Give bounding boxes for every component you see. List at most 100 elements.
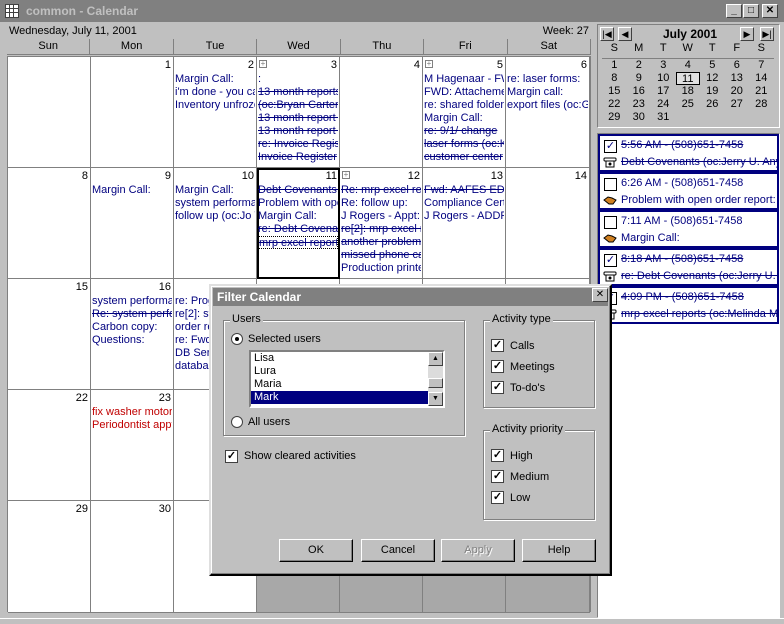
day-cell[interactable]: 3 +:13 month reports (oc:Bryan Carter) 13 m… — [257, 57, 340, 168]
mini-day[interactable]: 20 — [725, 85, 750, 98]
mini-day[interactable]: 27 — [725, 98, 750, 111]
mini-day[interactable]: 1 — [602, 59, 627, 72]
mini-day[interactable]: 10 — [651, 72, 676, 85]
calendar-entry[interactable]: re: Invoice Regis — [258, 138, 338, 151]
next-month-button[interactable]: ▶ — [740, 27, 754, 41]
next-year-button[interactable]: ▶| — [760, 27, 774, 41]
day-cell[interactable]: 7J Rogers - : — [590, 57, 591, 168]
mini-day[interactable]: 19 — [700, 85, 725, 98]
calendar-entry[interactable]: system performan — [92, 295, 172, 308]
cancel-button[interactable]: Cancel — [361, 539, 435, 562]
calendar-entry[interactable]: re: laser forms: — [507, 73, 588, 86]
mini-day[interactable]: 28 — [749, 98, 774, 111]
day-cell[interactable]: 14 — [506, 168, 590, 279]
scroll-thumb[interactable] — [428, 378, 443, 388]
calendar-entry[interactable]: Periodontist appt — [92, 419, 172, 432]
day-cell[interactable]: 11 Debt Covenants (Problem with ope Margin… — [257, 168, 340, 279]
mini-day[interactable]: 23 — [627, 98, 652, 111]
dialog-close-button[interactable]: ✕ — [592, 288, 608, 302]
users-scrollbar[interactable]: ▲ ▼ — [428, 352, 443, 406]
show-cleared-checkbox[interactable]: ✓ — [225, 450, 238, 463]
calendar-entry[interactable]: 13 month reports — [258, 86, 338, 99]
mini-day[interactable]: 25 — [676, 98, 701, 111]
day-cell[interactable]: 16 system performan Re: system perfo Carbon… — [91, 279, 174, 390]
calendar-entry[interactable]: Margin Call: — [424, 112, 504, 125]
calendar-entry[interactable]: Inventory unfroze — [175, 99, 255, 112]
day-cell[interactable]: 2 Margin Call: i'm done - you ca Inventory … — [174, 57, 257, 168]
user-list-item[interactable]: Lura — [251, 365, 443, 378]
day-cell[interactable]: 10 Margin Call: system performan follow up … — [174, 168, 257, 279]
calendar-entry[interactable]: Margin Call: — [175, 184, 255, 197]
day-cell[interactable]: 9 Margin Call: — [91, 168, 174, 279]
activity-item[interactable]: 7:11 AM - (508)651-7458 Margin Call: — [598, 210, 779, 248]
calendar-entry[interactable]: mrp excel reports — [258, 236, 338, 249]
user-list-item[interactable]: Mark — [251, 391, 443, 404]
help-button[interactable]: Help — [522, 539, 596, 562]
mini-day[interactable]: 24 — [651, 98, 676, 111]
calendar-entry[interactable]: export files (oc:G — [507, 99, 588, 112]
scroll-down-icon[interactable]: ▼ — [428, 392, 443, 406]
mini-day[interactable]: 4 — [676, 59, 701, 72]
mini-day[interactable]: 3 — [651, 59, 676, 72]
calendar-entry[interactable]: Carbon copy: — [92, 321, 172, 334]
day-cell[interactable]: 6 re: laser forms: Margin call: export file… — [506, 57, 590, 168]
expand-icon[interactable]: + — [425, 60, 433, 68]
calendar-entry[interactable]: Margin Call: — [175, 73, 255, 86]
activity-item[interactable]: 6:26 AM - (508)651-7458 Problem with open… — [598, 172, 779, 210]
mini-day[interactable]: 8 — [602, 72, 627, 85]
calendar-entry[interactable]: Re: follow up: — [341, 197, 421, 210]
mini-day[interactable]: 29 — [602, 111, 627, 124]
day-cell[interactable]: 23 fix washer motor: Periodontist appt — [91, 390, 174, 501]
calendar-entry[interactable]: Fwd: AAFES EDI — [424, 184, 504, 197]
mini-day[interactable]: 13 — [725, 72, 750, 85]
calendar-entry[interactable]: i'm done - you ca — [175, 86, 255, 99]
day-cell[interactable]: 5 + M Hagenaar - FW FWD: Attacheme re: share… — [423, 57, 506, 168]
mini-day[interactable]: 26 — [700, 98, 725, 111]
scroll-up-icon[interactable]: ▲ — [428, 352, 443, 366]
calendar-entry[interactable]: Questions: — [92, 334, 172, 347]
activity-item[interactable]: ✓4:09 PM - (508)651-7458mrp excel report… — [598, 286, 779, 324]
calendar-entry[interactable]: Margin call: — [507, 86, 588, 99]
day-cell[interactable]: 22 — [8, 390, 91, 501]
high-priority-checkbox[interactable]: ✓ — [491, 449, 504, 462]
expand-icon[interactable]: + — [259, 60, 267, 68]
calendar-entry[interactable]: Problem with ope — [258, 197, 338, 210]
users-listbox[interactable]: Lisa Lura Maria Mark ▲ ▼ — [249, 350, 445, 408]
calendar-entry[interactable]: J Rogers - ADDF — [424, 210, 504, 223]
calendar-entry[interactable]: : — [258, 73, 338, 86]
meetings-checkbox[interactable]: ✓ — [491, 360, 504, 373]
activity-checkbox[interactable] — [604, 216, 617, 229]
day-cell[interactable]: 13 Fwd: AAFES EDI Compliance Certi J Rogers… — [423, 168, 506, 279]
day-cell[interactable]: 15 — [8, 279, 91, 390]
day-cell[interactable]: 29 — [8, 501, 91, 613]
calendar-entry[interactable]: M Hagenaar - FW — [424, 73, 504, 86]
mini-day[interactable]: 16 — [627, 85, 652, 98]
calendar-entry[interactable]: Compliance Certi — [424, 197, 504, 210]
day-cell[interactable]: 12 + Re: mrp excel rep Re: follow up: J Roge… — [340, 168, 423, 279]
calendar-entry[interactable]: Production printe — [341, 262, 421, 275]
selected-users-radio[interactable] — [231, 333, 243, 345]
apply-button[interactable]: Apply — [441, 539, 515, 562]
user-list-item[interactable]: Lisa — [251, 352, 443, 365]
calls-checkbox[interactable]: ✓ — [491, 339, 504, 352]
activity-checkbox[interactable]: ✓ — [604, 254, 617, 267]
activity-checkbox[interactable] — [604, 178, 617, 191]
calendar-entry[interactable]: Re: system perfo — [92, 308, 172, 321]
calendar-entry[interactable]: Margin Call: — [258, 210, 338, 223]
mini-day[interactable]: 22 — [602, 98, 627, 111]
calendar-entry[interactable]: fix washer motor: — [92, 406, 172, 419]
calendar-entry[interactable]: laser forms (oc:K — [424, 138, 504, 151]
expand-icon[interactable]: + — [342, 171, 350, 179]
calendar-entry[interactable]: re: shared folders — [424, 99, 504, 112]
close-button[interactable]: ✕ — [762, 4, 778, 18]
maximize-button[interactable]: □ — [743, 4, 759, 18]
mini-day[interactable]: 31 — [651, 111, 676, 124]
low-priority-checkbox[interactable]: ✓ — [491, 491, 504, 504]
calendar-entry[interactable]: Invoice Register — [258, 151, 338, 164]
calendar-entry[interactable]: customer center — [424, 151, 504, 164]
mini-day[interactable]: 2 — [627, 59, 652, 72]
todos-checkbox[interactable]: ✓ — [491, 381, 504, 394]
calendar-entry[interactable]: follow up (oc:Jo V — [175, 210, 255, 223]
activity-checkbox[interactable]: ✓ — [604, 140, 617, 153]
mini-day[interactable]: 12 — [700, 72, 725, 85]
